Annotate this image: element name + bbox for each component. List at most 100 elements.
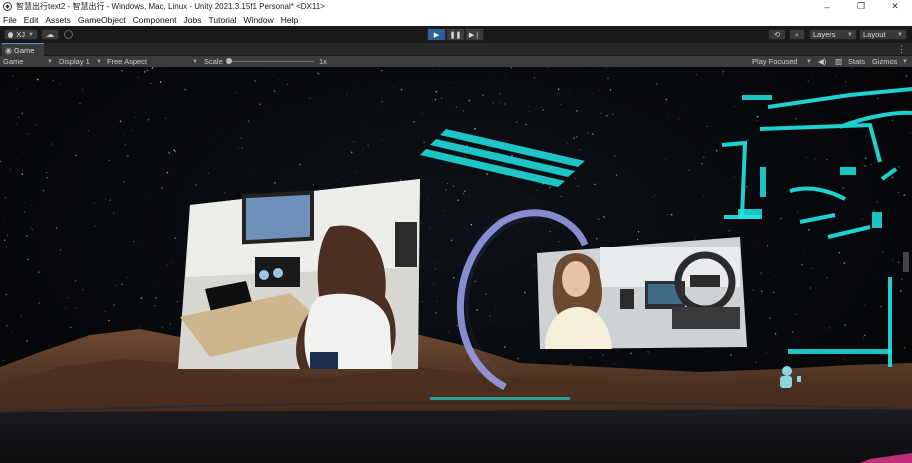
star — [126, 115, 128, 117]
menu-gameobject[interactable]: GameObject — [78, 15, 126, 25]
star — [500, 102, 501, 104]
pause-icon[interactable]: ❚❚ — [446, 28, 465, 41]
star — [843, 358, 845, 360]
star — [34, 124, 37, 126]
menu-help[interactable]: Help — [281, 15, 298, 25]
star — [468, 99, 471, 102]
menu-assets[interactable]: Assets — [45, 15, 71, 25]
menu-window[interactable]: Window — [244, 15, 274, 25]
menu-edit[interactable]: Edit — [24, 15, 39, 25]
star — [320, 171, 321, 173]
game-view-bar: Game ▼ Display 1 ▼ Free Aspect ▼ Scale 1… — [0, 56, 912, 67]
close-button[interactable]: ✕ — [878, 0, 912, 13]
star — [203, 171, 204, 173]
star — [606, 67, 608, 69]
menu-tutorial[interactable]: Tutorial — [209, 15, 237, 25]
star — [728, 229, 731, 232]
star — [124, 143, 127, 146]
mute-audio-toggle[interactable]: ◀) — [818, 56, 826, 67]
star — [356, 171, 358, 173]
cloud-button[interactable]: ☁ — [41, 29, 59, 40]
menu-file[interactable]: File — [3, 15, 17, 25]
star — [865, 67, 867, 69]
tab-game[interactable]: ◉ Game — [2, 43, 44, 56]
star — [549, 230, 551, 233]
maximize-button[interactable]: ❐ — [844, 0, 878, 13]
more-options-icon[interactable]: ⋮ — [897, 44, 906, 55]
star — [150, 82, 152, 84]
star — [591, 133, 594, 135]
collab-icon[interactable] — [64, 30, 73, 39]
display-mode-label: Game — [3, 57, 24, 66]
star — [31, 229, 33, 231]
star — [809, 169, 811, 171]
scale-slider-handle[interactable] — [226, 58, 232, 64]
star — [649, 197, 651, 199]
step-icon[interactable]: ▶❘ — [465, 28, 484, 41]
star — [803, 105, 804, 107]
star — [104, 132, 106, 134]
star — [892, 176, 894, 178]
star — [12, 75, 14, 77]
menu-jobs[interactable]: Jobs — [184, 15, 202, 25]
star — [400, 179, 402, 181]
stats-toggle-icon[interactable]: ▥ — [835, 56, 842, 67]
star — [617, 350, 619, 352]
star — [507, 236, 508, 238]
star — [649, 236, 651, 238]
menu-component[interactable]: Component — [133, 15, 177, 25]
minimize-button[interactable]: – — [810, 0, 844, 13]
star — [16, 88, 17, 90]
star — [590, 357, 592, 359]
star — [113, 212, 115, 214]
star — [79, 102, 81, 105]
display-label: Display 1 — [59, 57, 90, 66]
star — [139, 326, 141, 328]
display-dropdown[interactable]: Display 1 ▼ — [59, 56, 102, 67]
star — [7, 234, 9, 236]
star — [427, 198, 429, 200]
scale-slider[interactable] — [228, 61, 314, 62]
star — [368, 133, 370, 135]
play-icon[interactable]: ▶ — [427, 28, 446, 41]
display-mode-dropdown[interactable]: Game ▼ — [3, 56, 53, 67]
star — [474, 280, 476, 283]
star — [783, 308, 785, 310]
photo-panel-desk[interactable] — [178, 179, 420, 369]
layout-dropdown[interactable]: Layout ▼ — [859, 29, 907, 40]
star — [123, 133, 125, 135]
star — [870, 163, 872, 166]
star — [866, 293, 867, 295]
star — [212, 161, 214, 162]
star — [435, 312, 437, 314]
star — [351, 87, 353, 88]
star — [168, 152, 171, 154]
star — [560, 195, 562, 197]
star — [153, 77, 155, 79]
star — [585, 98, 586, 100]
star — [810, 75, 812, 77]
layout-label: Layout — [863, 30, 886, 39]
star — [903, 194, 906, 196]
account-dropdown[interactable]: XJ ▼ — [4, 29, 38, 40]
star — [713, 142, 715, 144]
game-viewport[interactable] — [0, 67, 912, 463]
star — [346, 93, 348, 95]
gizmos-dropdown[interactable]: Gizmos ▼ — [872, 56, 908, 67]
search-button[interactable]: ⌕ — [789, 29, 805, 40]
stats-toggle[interactable]: Stats — [848, 56, 865, 67]
star — [23, 202, 25, 203]
star — [557, 88, 560, 90]
star — [862, 162, 864, 164]
play-focused-dropdown[interactable]: Play Focused ▼ — [752, 56, 812, 67]
layers-dropdown[interactable]: Layers ▼ — [809, 29, 857, 40]
star — [630, 352, 632, 355]
star — [609, 349, 610, 351]
star — [20, 315, 22, 317]
star — [637, 238, 639, 241]
photo-panel-simulator[interactable] — [537, 237, 747, 349]
star — [167, 263, 169, 265]
star — [444, 210, 446, 212]
history-button[interactable]: ⟲ — [768, 29, 786, 40]
aspect-dropdown[interactable]: Free Aspect ▼ — [107, 56, 198, 67]
